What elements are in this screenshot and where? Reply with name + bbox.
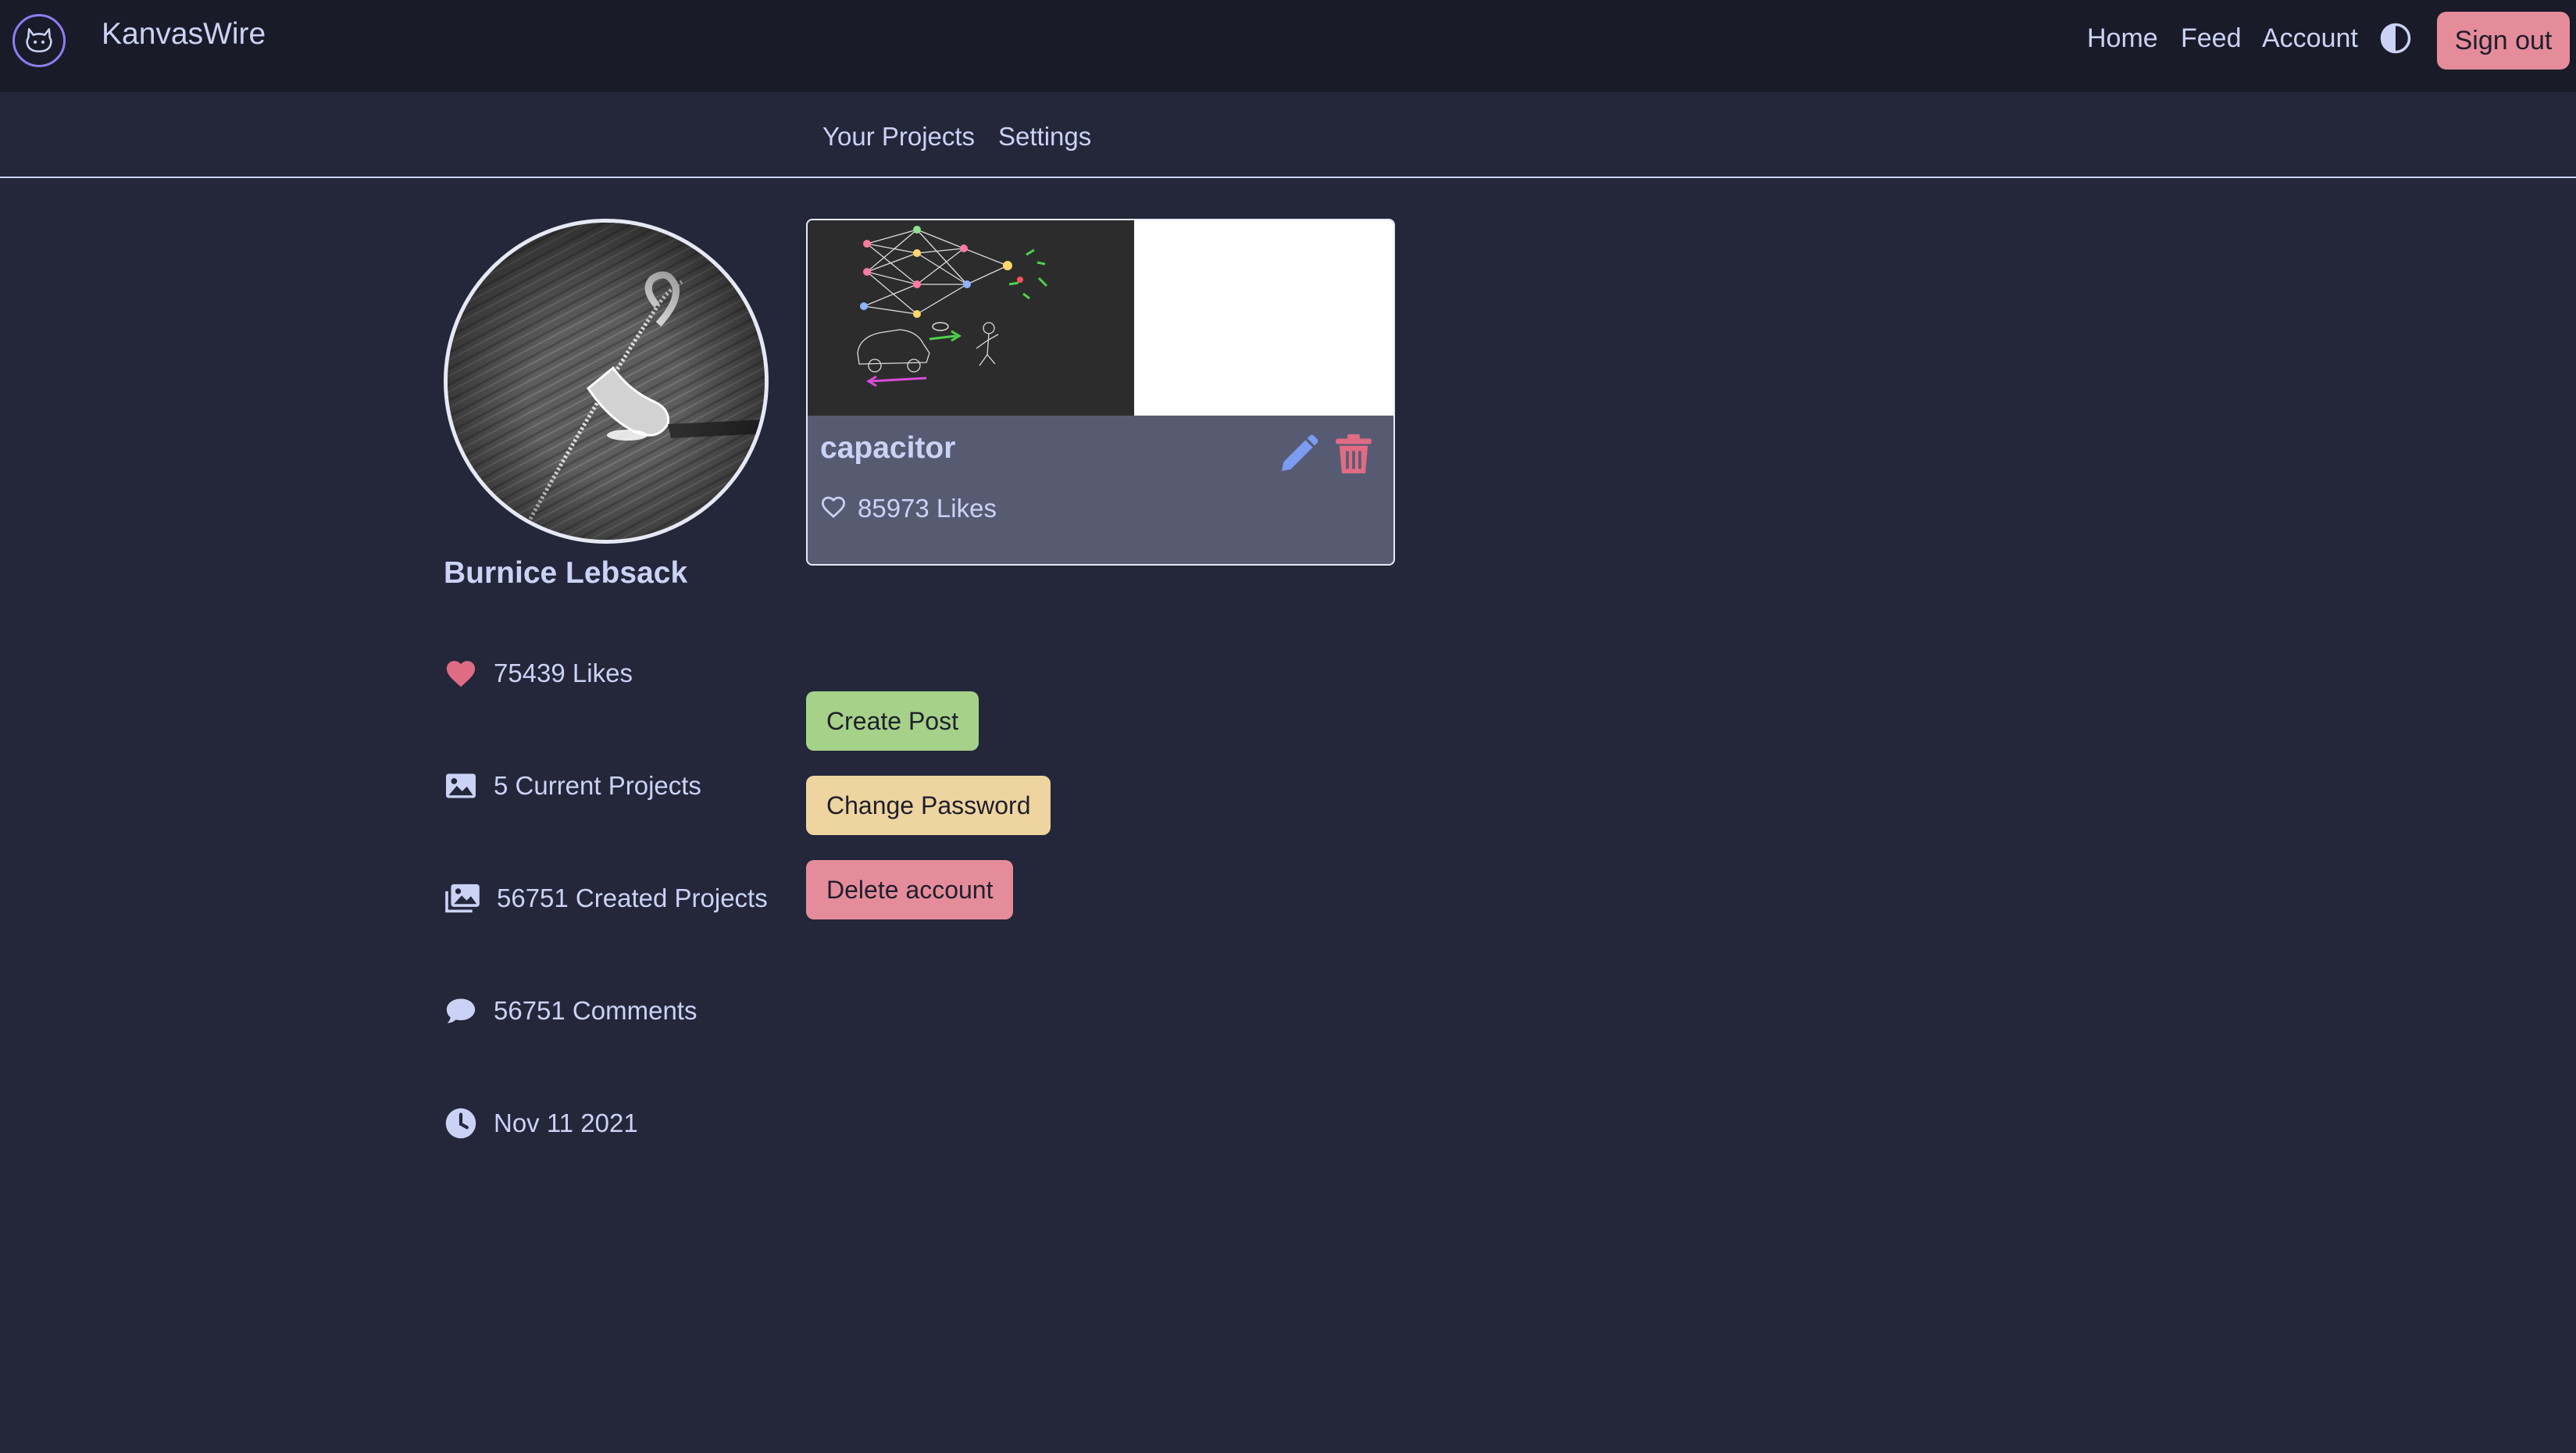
joined-date: Nov 11 2021 [494,1108,638,1137]
heart-icon [444,656,478,691]
stat-current-projects: 5 Current Projects [444,767,701,805]
current-projects-count: 5 Current Projects [494,771,701,800]
trash-icon[interactable] [1334,433,1373,477]
project-card[interactable]: capacitor 85973 Likes [806,219,1395,566]
project-likes: 85973 Likes [820,494,997,523]
clock-icon [444,1106,478,1141]
nav-account[interactable]: Account [2262,23,2358,54]
stat-likes: 75439 Likes [444,655,633,692]
project-thumbnail[interactable] [808,220,1134,416]
brand-name[interactable]: KanvasWire [102,17,266,52]
create-post-button[interactable]: Create Post [806,691,979,751]
github-cat-icon[interactable] [12,14,66,67]
theme-toggle-icon[interactable] [2379,22,2412,55]
change-password-button[interactable]: Change Password [806,776,1051,835]
likes-count: 75439 Likes [494,659,633,687]
stat-joined: Nov 11 2021 [444,1105,638,1142]
project-title[interactable]: capacitor [820,431,955,466]
stat-comments: 56751 Comments [444,992,697,1030]
tab-settings[interactable]: Settings [998,122,1091,152]
comment-icon [444,994,478,1028]
top-navbar: KanvasWire Home Feed Account Sign out [0,0,2576,92]
nav-feed[interactable]: Feed [2181,23,2242,54]
project-likes-count: 85973 Likes [858,494,997,523]
avatar [444,219,769,544]
created-projects-count: 56751 Created Projects [497,884,768,912]
stat-created-projects: 56751 Created Projects [444,880,768,917]
delete-account-button[interactable]: Delete account [806,860,1014,919]
tab-your-projects[interactable]: Your Projects [822,122,975,152]
comments-count: 56751 Comments [494,996,698,1025]
heart-outline-icon[interactable] [820,495,847,523]
nav-home[interactable]: Home [2087,23,2158,54]
images-icon [444,881,481,916]
pencil-icon[interactable] [1276,433,1320,477]
sign-out-button[interactable]: Sign out [2437,12,2570,70]
profile-username: Burnice Lebsack [444,556,688,590]
image-icon [444,769,478,803]
sub-navbar: Your Projects Settings [0,92,2576,178]
